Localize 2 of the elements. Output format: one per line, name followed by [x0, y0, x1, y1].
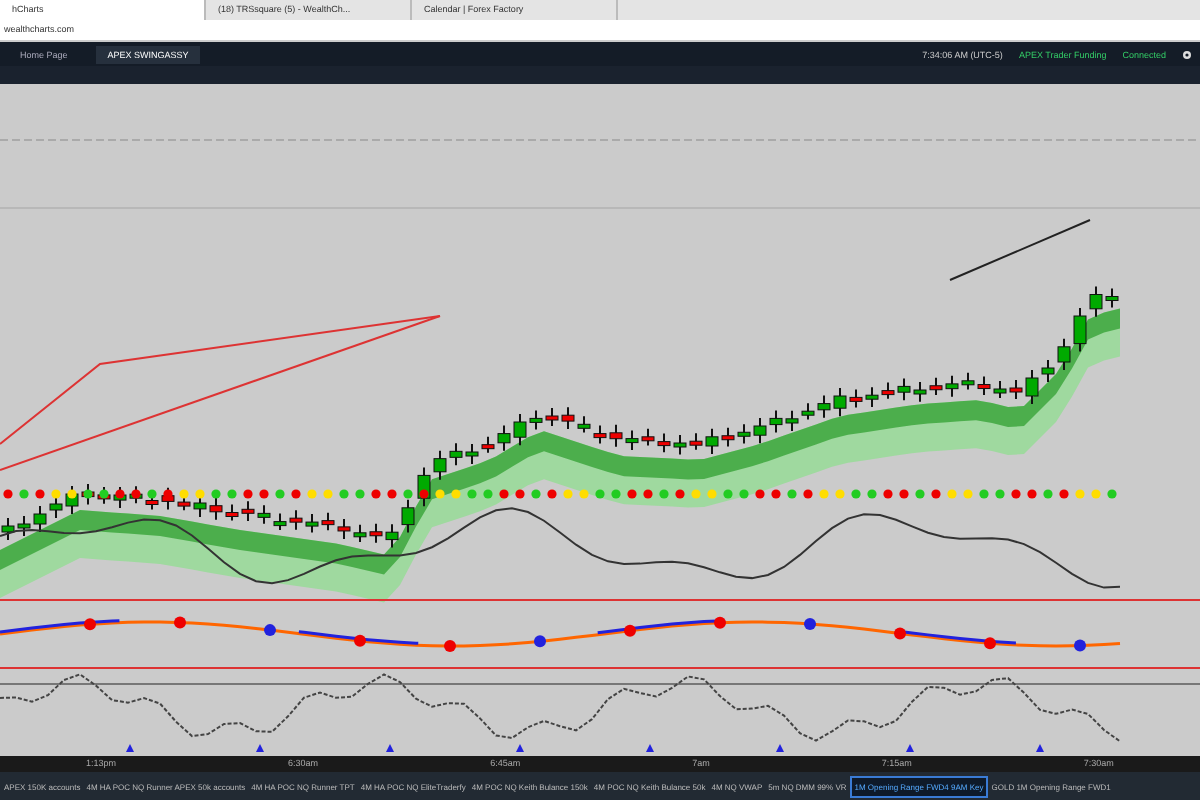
settings-icon[interactable] [1182, 49, 1192, 59]
trend-line [949, 219, 1091, 281]
